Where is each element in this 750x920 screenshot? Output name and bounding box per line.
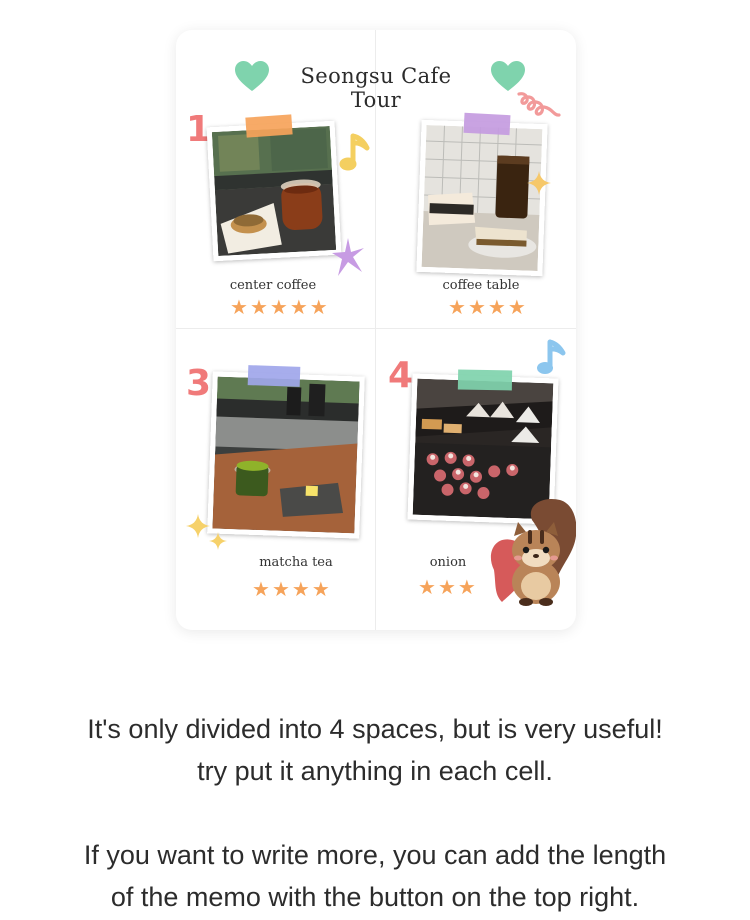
washi-tape (457, 369, 513, 391)
rating-stars: ★ ★ ★ (418, 577, 476, 597)
star-icon: ★ (487, 295, 506, 319)
caption-line: It's only divided into 4 spaces, but is … (87, 714, 663, 744)
memo-title: Seongsu Cafe Tour (300, 64, 452, 112)
star-icon: ★ (507, 295, 526, 319)
star-icon: ★ (230, 295, 248, 319)
caption-line: If you want to write more, you can add t… (83, 840, 667, 870)
music-note-icon (339, 133, 370, 171)
rating-stars: ★ ★ ★ ★ ★ (230, 297, 328, 317)
caption-line: of the memo with the button on the top r… (110, 882, 640, 912)
cafe-photo[interactable] (206, 120, 342, 262)
rating-stars: ★ ★ ★ ★ (448, 297, 526, 317)
page: Seongsu Cafe Tour 1 center coffee ★ ★ ★ … (0, 0, 750, 920)
memo-card[interactable]: Seongsu Cafe Tour 1 center coffee ★ ★ ★ … (176, 30, 576, 630)
cafe-name: onion (429, 555, 467, 570)
washi-tape (247, 365, 301, 387)
star-icon: ★ (309, 295, 328, 319)
squirrel-sticker[interactable] (488, 496, 576, 608)
star-burst-icon (332, 238, 364, 276)
sparkle-icon (527, 171, 551, 195)
cafe-photo[interactable] (416, 119, 548, 277)
star-icon: ★ (457, 575, 476, 599)
star-icon: ★ (249, 295, 268, 319)
rating-stars: ★ ★ ★ ★ (252, 579, 330, 599)
cell-number: 4 (388, 355, 414, 396)
cafe-photo[interactable] (207, 371, 365, 539)
star-icon: ★ (418, 575, 436, 599)
cafe-name: matcha tea (259, 555, 333, 570)
star-icon: ★ (252, 577, 270, 601)
star-icon: ★ (437, 575, 456, 599)
caption-line: try put it anything in each cell. (197, 756, 553, 786)
star-icon: ★ (448, 295, 466, 319)
cell-number: 3 (186, 363, 212, 404)
cell-divider-vertical (375, 30, 376, 630)
swirl-icon (517, 92, 561, 117)
heart-icon (235, 61, 269, 91)
star-icon: ★ (467, 295, 486, 319)
music-note-icon (537, 339, 566, 374)
cell-divider-horizontal (176, 328, 576, 329)
star-icon: ★ (289, 295, 308, 319)
washi-tape (463, 112, 511, 136)
star-icon: ★ (271, 577, 290, 601)
cafe-name: coffee table (442, 278, 520, 293)
star-icon: ★ (291, 577, 310, 601)
sparkle-icon (186, 514, 227, 550)
washi-tape (245, 114, 293, 138)
star-icon: ★ (269, 295, 288, 319)
star-icon: ★ (311, 577, 330, 601)
cafe-name: center coffee (229, 278, 317, 293)
